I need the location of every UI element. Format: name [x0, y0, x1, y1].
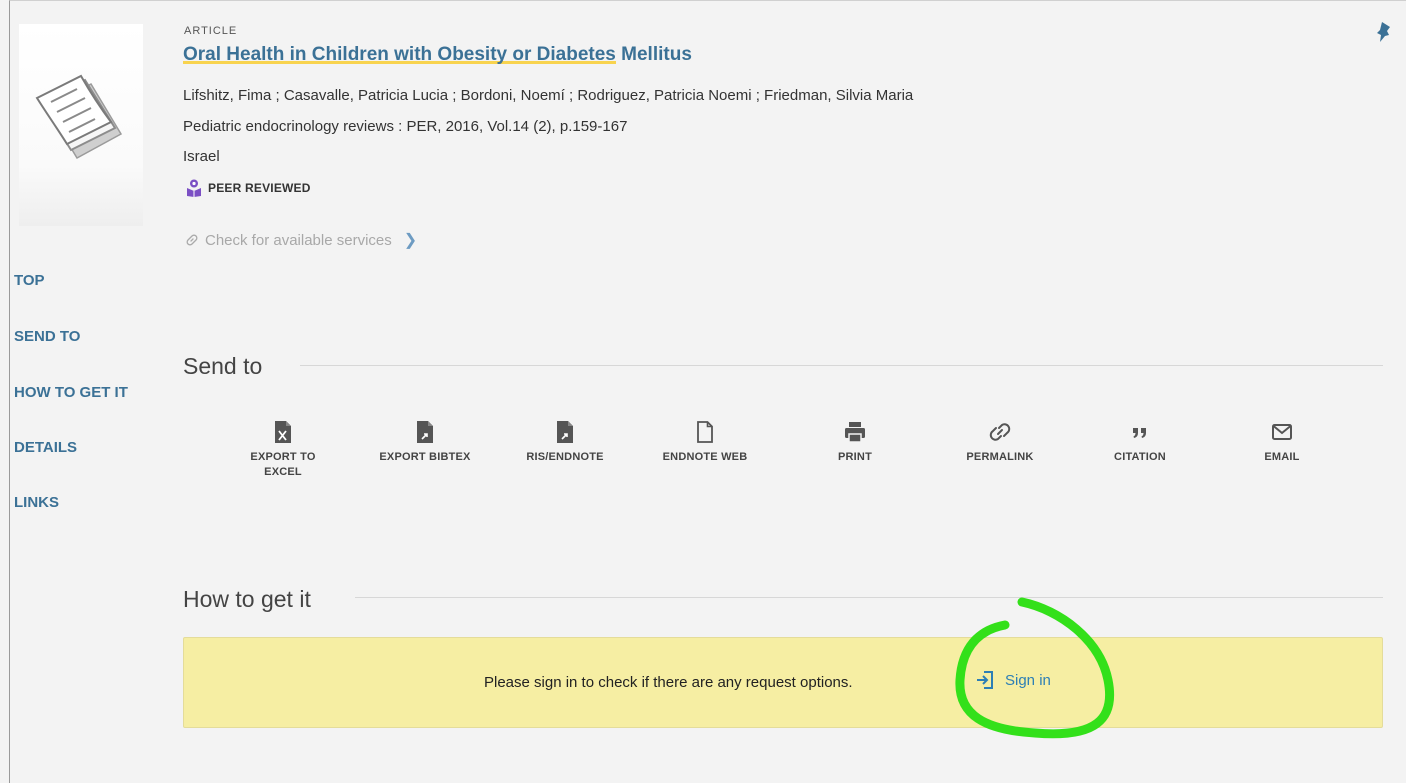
quote-icon: [1133, 428, 1146, 438]
action-label: PRINT: [838, 451, 872, 463]
divider: [300, 365, 1383, 366]
sign-in-label: Sign in: [1005, 671, 1051, 689]
peer-reviewed-badge: PEER REVIEWED: [186, 179, 311, 197]
nav-links[interactable]: LINKS: [14, 494, 59, 511]
export-bibtex-button[interactable]: EXPORT BIBTEX: [365, 420, 485, 465]
permalink-button[interactable]: PERMALINK: [950, 420, 1050, 465]
excel-file-icon: [275, 421, 291, 443]
blank-file-icon: [697, 421, 713, 443]
check-services-link[interactable]: Check for available services ❯: [185, 230, 417, 250]
action-label: CITATION: [1114, 451, 1166, 463]
endnote-web-button[interactable]: ENDNOTE WEB: [655, 420, 755, 465]
export-file-icon: [417, 421, 433, 443]
nav-how-to-get-it[interactable]: HOW TO GET IT: [14, 384, 128, 401]
peer-reviewed-icon: [187, 179, 201, 197]
send-to-actions: EXPORT TO EXCEL EXPORT BIBTEX RIS/ENDNOT…: [220, 420, 1370, 500]
record-authors: Lifshitz, Fima ; Casavalle, Patricia Luc…: [183, 87, 914, 104]
nav-details[interactable]: DETAILS: [14, 439, 77, 456]
title-rest: Mellitus: [615, 44, 692, 65]
sign-in-notice: Please sign in to check if there are any…: [183, 637, 1383, 728]
pin-icon[interactable]: [1375, 20, 1393, 44]
export-file-icon: [557, 421, 573, 443]
link-icon: [989, 423, 1011, 441]
sign-in-message: Please sign in to check if there are any…: [484, 674, 853, 691]
printer-icon: [845, 422, 865, 443]
action-label: EXPORT TO EXCEL: [250, 451, 316, 478]
check-services-label: Check for available services: [205, 231, 392, 249]
export-excel-button[interactable]: EXPORT TO EXCEL: [238, 420, 328, 480]
sign-in-icon: [977, 671, 993, 689]
email-button[interactable]: EMAIL: [1247, 420, 1317, 465]
title-highlighted-part: Oral Health in Children with Obesity or …: [183, 44, 616, 65]
action-label: EMAIL: [1264, 451, 1300, 463]
send-to-heading: Send to: [183, 353, 263, 379]
action-label: PERMALINK: [966, 451, 1034, 463]
nav-send-to[interactable]: SEND TO: [14, 328, 80, 345]
sign-in-button[interactable]: Sign in: [975, 670, 1051, 690]
nav-top[interactable]: TOP: [14, 272, 45, 289]
print-button[interactable]: PRINT: [815, 420, 895, 465]
link-icon: [186, 234, 198, 246]
ris-endnote-button[interactable]: RIS/ENDNOTE: [515, 420, 615, 465]
action-label: RIS/ENDNOTE: [526, 451, 604, 463]
document-thumbnail: [19, 24, 143, 226]
record-country: Israel: [183, 148, 220, 165]
citation-button[interactable]: CITATION: [1100, 420, 1180, 465]
chevron-right-icon: ❯: [403, 232, 418, 249]
action-label: EXPORT BIBTEX: [379, 451, 471, 463]
action-label: ENDNOTE WEB: [662, 451, 748, 463]
record-title[interactable]: Oral Health in Children with Obesity or …: [183, 44, 692, 66]
divider: [355, 597, 1383, 598]
record-source: Pediatric endocrinology reviews : PER, 2…: [183, 118, 628, 135]
record-type: ARTICLE: [184, 25, 238, 37]
document-icon: [35, 74, 123, 160]
peer-reviewed-label: PEER REVIEWED: [208, 181, 311, 195]
how-to-get-it-heading: How to get it: [183, 586, 311, 612]
envelope-icon: [1272, 424, 1292, 440]
